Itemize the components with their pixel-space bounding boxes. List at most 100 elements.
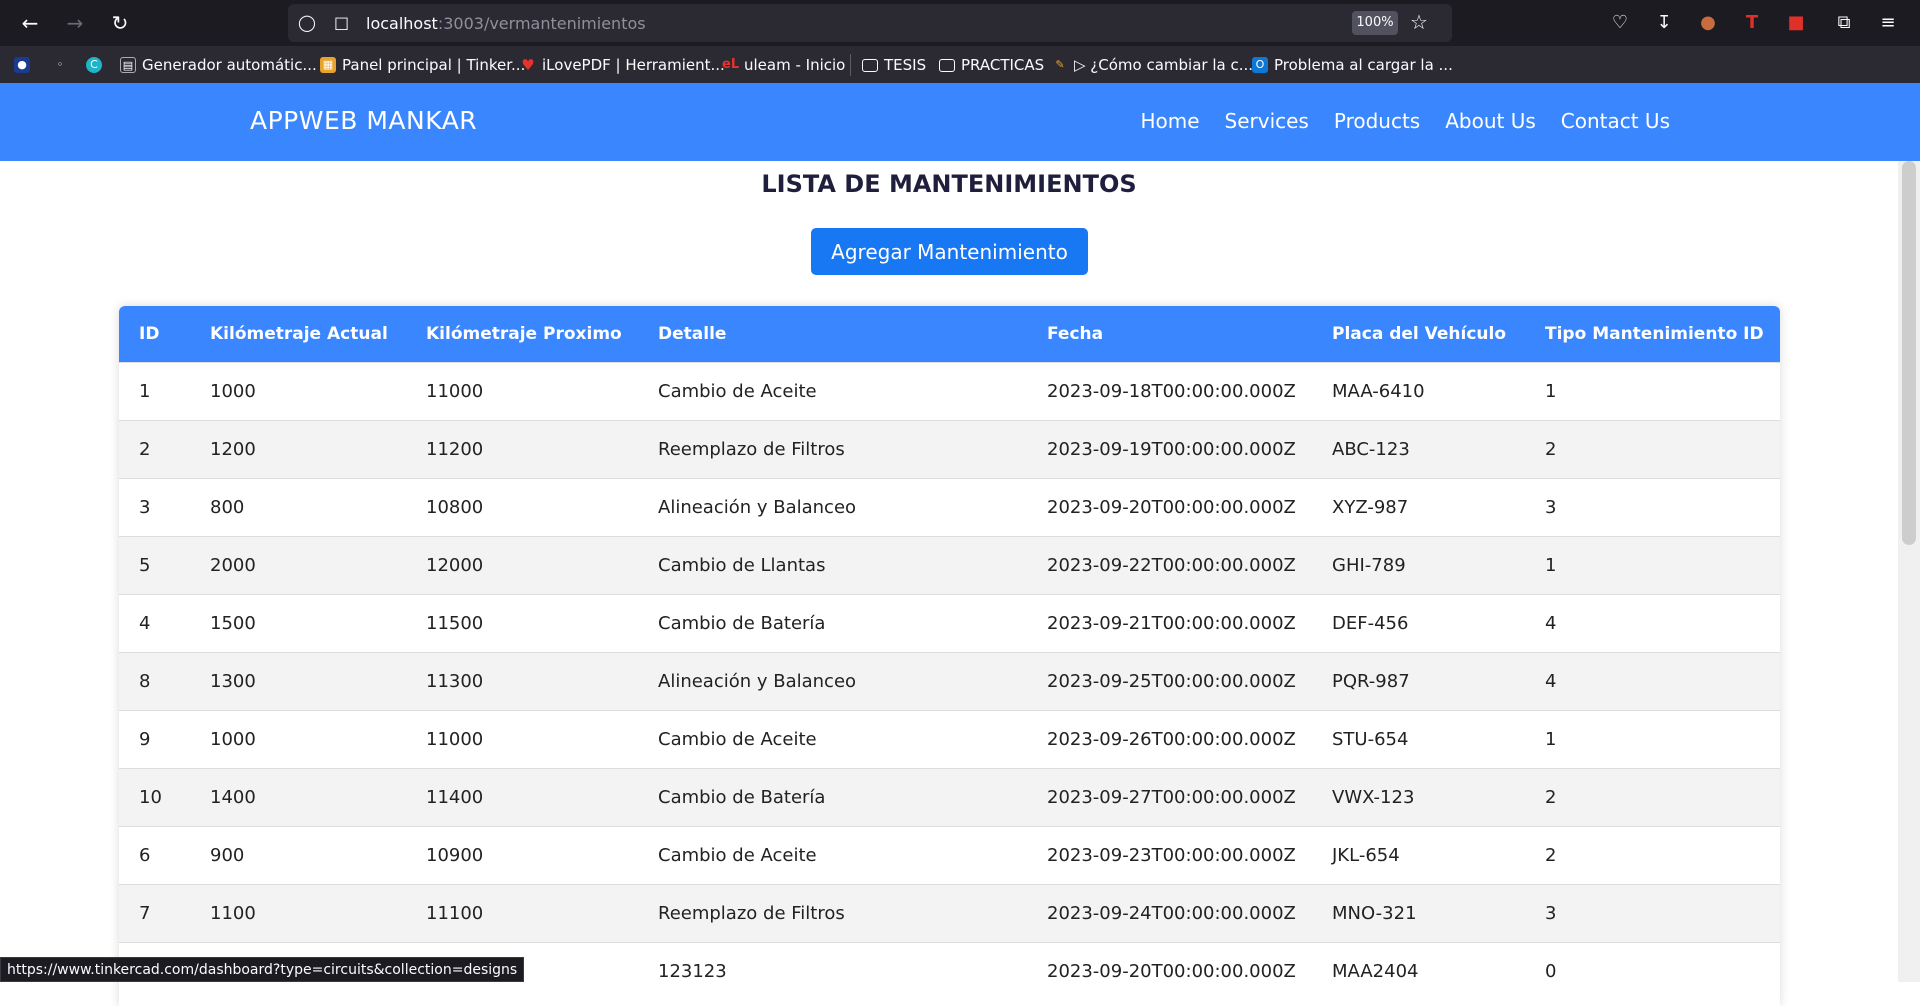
table-cell: Reemplazo de Filtros: [658, 902, 845, 924]
bookmark-item[interactable]: eL uleam - Inicio: [722, 55, 845, 75]
table-cell: 3: [1545, 902, 1557, 924]
address-bar[interactable]: ◯ □ localhost:3003/vermantenimientos 100…: [288, 4, 1452, 42]
menu-hamburger-icon[interactable]: ≡: [1874, 9, 1902, 37]
column-header-detalle: Detalle: [658, 323, 727, 344]
table-cell: 10: [139, 786, 162, 808]
extension-t-icon[interactable]: T: [1738, 9, 1766, 37]
table-row: 2 1200 11200 Reemplazo de Filtros 2023-09-19…: [119, 420, 1780, 478]
bookmark-folder[interactable]: TESIS: [862, 55, 926, 75]
table-cell: Cambio de Aceite: [658, 844, 817, 866]
table-cell: 1500: [210, 612, 256, 634]
extension-lock-icon[interactable]: ■: [1782, 9, 1810, 37]
nav-link-products[interactable]: Products: [1334, 109, 1420, 133]
table-row: 7 1100 11100 Reemplazo de Filtros 2023-09-24…: [119, 884, 1780, 942]
nav-link-services[interactable]: Services: [1225, 109, 1309, 133]
reload-icon[interactable]: ↻: [106, 9, 134, 37]
table-cell: 10900: [426, 844, 484, 866]
table-cell: 2: [1545, 786, 1557, 808]
column-header-fecha: Fecha: [1047, 323, 1104, 344]
table-cell: 9: [139, 728, 151, 750]
table-row: 8 1300 11300 Alineación y Balanceo 2023-09-2…: [119, 652, 1780, 710]
bookmark-item[interactable]: ▦ Panel principal | Tinker...: [320, 55, 525, 75]
table-cell: 2023-09-26T00:00:00.000Z: [1047, 728, 1296, 750]
table-cell: 1: [139, 380, 151, 402]
download-icon[interactable]: ↧: [1650, 9, 1678, 37]
doc-icon: ▤: [120, 57, 136, 73]
zoom-level[interactable]: 100%: [1352, 11, 1398, 35]
pencil-icon: ✎: [1055, 58, 1065, 71]
table-cell: 2000: [210, 554, 256, 576]
add-maintenance-button[interactable]: Agregar Mantenimiento: [811, 228, 1088, 275]
pocket-icon[interactable]: ♡: [1606, 9, 1634, 37]
folder-icon: [939, 58, 955, 72]
gauge-icon: ◦: [56, 58, 64, 71]
table-cell: 1000: [210, 380, 256, 402]
bookmarks-separator: [850, 54, 851, 76]
table-cell: 11000: [426, 380, 484, 402]
table-cell: 5: [139, 554, 151, 576]
table-cell: STU-654: [1332, 728, 1409, 750]
status-bar-url: https://www.tinkercad.com/dashboard?type…: [0, 957, 525, 982]
maintenance-table-container: ID Kilómetraje Actual Kilómetraje Proxim…: [119, 306, 1780, 1006]
table-cell: 4: [139, 612, 151, 634]
nav-link-home[interactable]: Home: [1140, 109, 1199, 133]
brand-logo[interactable]: APPWEB MANKAR: [250, 106, 477, 135]
table-cell: DEF-456: [1332, 612, 1409, 634]
table-cell: 1: [1545, 554, 1557, 576]
table-cell: Cambio de Aceite: [658, 380, 817, 402]
bookmark-folder[interactable]: PRACTICAS: [939, 55, 1044, 75]
table-cell: 123123: [658, 960, 727, 982]
tinkercad-icon: ▦: [320, 57, 336, 73]
table-cell: 2023-09-21T00:00:00.000Z: [1047, 612, 1296, 634]
table-cell: XYZ-987: [1332, 496, 1409, 518]
shield-icon[interactable]: ◯: [298, 13, 316, 32]
table-cell: 3: [139, 496, 151, 518]
page-scrollbar[interactable]: [1898, 161, 1920, 982]
table-row: 6 900 10900 Cambio de Aceite 2023-09-23T00:0…: [119, 826, 1780, 884]
heart-icon: ♥: [521, 56, 535, 74]
bookmark-item[interactable]: ▤ Generador automátic...: [120, 55, 317, 75]
page-info-icon[interactable]: □: [334, 13, 349, 32]
url-text[interactable]: localhost:3003/vermantenimientos: [366, 14, 646, 33]
table-cell: 6: [139, 844, 151, 866]
table-cell: 1300: [210, 670, 256, 692]
column-header-km-actual: Kilómetraje Actual: [210, 323, 388, 344]
table-cell: 0: [1545, 960, 1557, 982]
table-cell: 2023-09-20T00:00:00.000Z: [1047, 960, 1296, 982]
back-arrow-icon[interactable]: ←: [16, 9, 44, 37]
bookmark-item[interactable]: ◦: [52, 55, 74, 75]
table-cell: 1: [1545, 380, 1557, 402]
table-cell: 2: [1545, 844, 1557, 866]
table-cell: 1100: [210, 902, 256, 924]
bookmark-item[interactable]: ●: [14, 55, 36, 75]
nav-link-about[interactable]: About Us: [1445, 109, 1536, 133]
column-header-tipo: Tipo Mantenimiento ID: [1545, 323, 1764, 344]
column-header-km-proximo: Kilómetraje Proximo: [426, 323, 622, 344]
table-cell: 2023-09-18T00:00:00.000Z: [1047, 380, 1296, 402]
table-cell: 2023-09-20T00:00:00.000Z: [1047, 496, 1296, 518]
table-row: 9 1000 11000 Cambio de Aceite 2023-09-26T00:…: [119, 710, 1780, 768]
extension-avatar-icon[interactable]: ●: [1694, 9, 1722, 37]
table-cell: 10800: [426, 496, 484, 518]
browser-toolbar: ← → ↻ ◯ □ localhost:3003/vermantenimient…: [0, 0, 1920, 46]
bookmark-item[interactable]: O Problema al cargar la ...: [1252, 55, 1453, 75]
column-header-id: ID: [139, 323, 160, 344]
extensions-puzzle-icon[interactable]: ⧉: [1830, 9, 1858, 37]
table-cell: 2: [139, 438, 151, 460]
bookmark-item[interactable]: ♥ iLovePDF | Herramient...: [520, 55, 725, 75]
outlook-icon: O: [1252, 57, 1268, 73]
table-cell: 2023-09-27T00:00:00.000Z: [1047, 786, 1296, 808]
bookmark-star-icon[interactable]: ☆: [1410, 10, 1428, 34]
table-cell: 11300: [426, 670, 484, 692]
folder-icon: [862, 58, 878, 72]
table-cell: 7: [139, 902, 151, 924]
table-header-row: ID Kilómetraje Actual Kilómetraje Proxim…: [119, 306, 1780, 362]
column-header-placa: Placa del Vehículo: [1332, 323, 1507, 344]
table-cell: 1: [1545, 728, 1557, 750]
bookmark-item[interactable]: C: [86, 55, 108, 75]
bookmark-item[interactable]: ✎ ▷ ¿Cómo cambiar la c...: [1052, 55, 1253, 75]
table-cell: MAA-6410: [1332, 380, 1425, 402]
scrollbar-thumb[interactable]: [1902, 161, 1916, 545]
nav-link-contact[interactable]: Contact Us: [1561, 109, 1670, 133]
forward-arrow-icon[interactable]: →: [61, 9, 89, 37]
